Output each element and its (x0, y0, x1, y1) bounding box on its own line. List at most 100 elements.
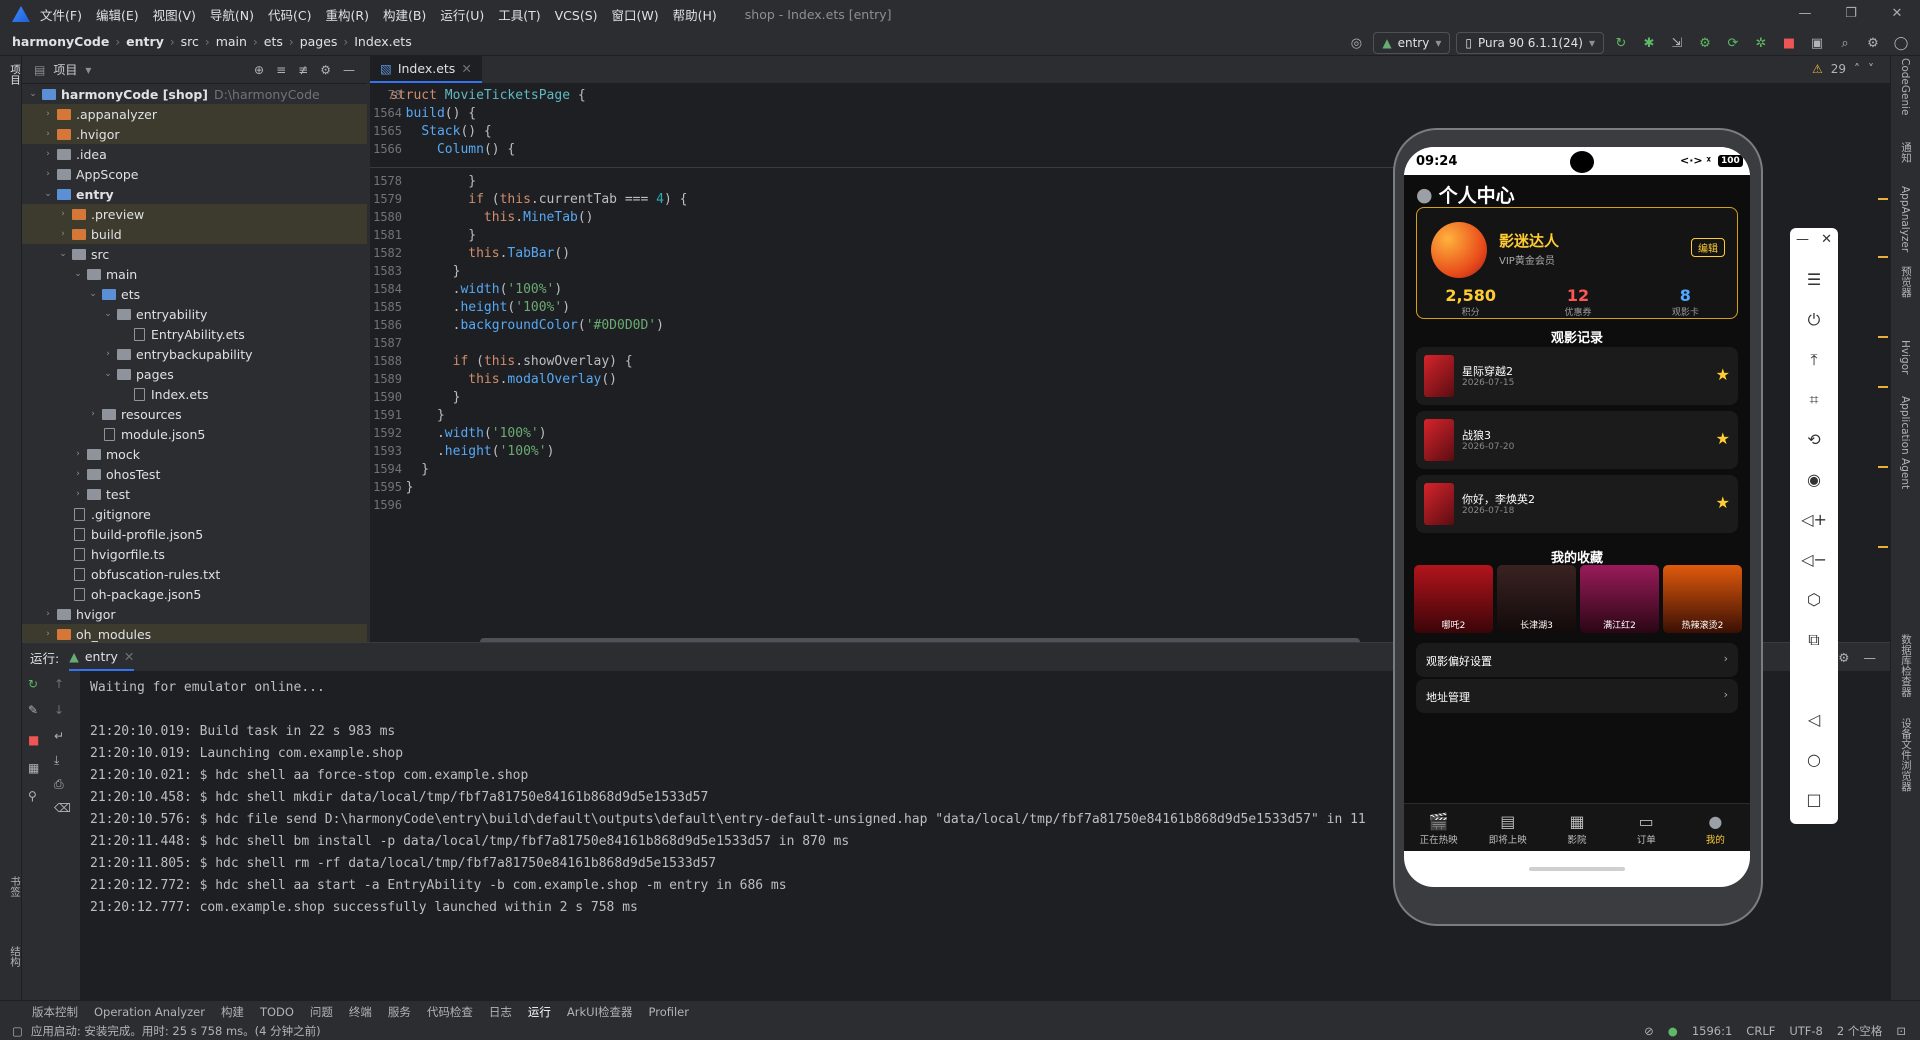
code-line[interactable]: .width('100%') (390, 282, 563, 297)
profile-icon[interactable]: ⚙ (1694, 32, 1716, 54)
chevron-right-icon[interactable]: › (56, 209, 70, 219)
hide-icon[interactable]: — (1864, 650, 1877, 665)
minimize-icon[interactable]: — (1782, 0, 1828, 28)
chevron-up-icon[interactable]: ˄ (1854, 62, 1860, 76)
chevron-right-icon[interactable]: › (71, 469, 85, 479)
chevron-down-icon[interactable]: ⌄ (26, 89, 40, 99)
locate-icon[interactable]: ⊕ (254, 63, 264, 77)
arrow-up-icon[interactable]: ↑ (54, 677, 64, 691)
chevron-right-icon[interactable]: › (101, 349, 115, 359)
tree-folder-item[interactable]: › resources (22, 404, 367, 424)
chevron-right-icon[interactable]: › (41, 629, 55, 639)
tool-window-button[interactable]: Operation Analyzer (94, 1005, 205, 1019)
code-line[interactable]: .width('100%') (390, 426, 547, 441)
rerun-icon[interactable]: ↻ (1610, 32, 1632, 54)
attach-debugger-icon[interactable]: ⇲ (1666, 32, 1688, 54)
breadcrumb-item[interactable]: ets (264, 34, 283, 49)
chevron-down-icon[interactable]: ˅ (1868, 62, 1874, 76)
tree-folder-item[interactable]: ⌄ harmonyCode [shop] D:\harmonyCode (22, 84, 367, 104)
menu-item-11[interactable]: 帮助(H) (673, 8, 717, 23)
print-icon[interactable]: ⎙ (54, 777, 64, 792)
code-line[interactable]: .backgroundColor('#0D0D0D') (390, 318, 664, 333)
maximize-icon[interactable]: ❐ (1828, 0, 1874, 28)
chevron-right-icon[interactable]: › (41, 609, 55, 619)
settings-row[interactable]: 观影偏好设置 › (1416, 643, 1738, 677)
home-icon[interactable]: ○ (1790, 750, 1838, 769)
code-line[interactable]: } (390, 390, 461, 405)
code-line[interactable]: .height('100%') (390, 444, 554, 459)
screenshot-icon[interactable]: ◉ (1790, 470, 1838, 489)
breadcrumb-item[interactable]: src (181, 34, 199, 49)
upload-icon[interactable]: ⤒ (1790, 350, 1838, 370)
chevron-down-icon[interactable]: ⌄ (101, 369, 115, 379)
tool-window-button[interactable]: 终端 (349, 1004, 372, 1020)
chevron-right-icon[interactable]: › (41, 149, 55, 159)
code-line[interactable]: this.TabBar() (390, 246, 570, 261)
multi-screen-icon[interactable]: ⧉ (1790, 630, 1838, 650)
breadcrumb-item[interactable]: pages (300, 34, 338, 49)
indent-setting[interactable]: 2 个空格 (1837, 1023, 1882, 1039)
tree-folder-item[interactable]: ⌄ entry (22, 184, 367, 204)
chevron-down-icon[interactable]: ⌄ (71, 269, 85, 279)
right-tool-button[interactable]: 设备文件浏览器 (1899, 718, 1914, 792)
favorite-item[interactable]: 哪吒2 (1414, 565, 1493, 633)
chevron-down-icon[interactable]: ⌄ (56, 249, 70, 259)
arrow-down-icon[interactable]: ↓ (54, 703, 64, 717)
device-selector[interactable]: ▯ Pura 90 6.1.1(24) ▾ (1456, 32, 1604, 54)
layout-icon[interactable]: ▦ (28, 761, 39, 775)
chevron-right-icon[interactable]: › (71, 449, 85, 459)
project-header[interactable]: 项目 (53, 61, 77, 78)
close-icon[interactable]: ✕ (124, 649, 134, 664)
back-icon[interactable]: ◁ (1790, 710, 1838, 729)
tree-folder-item[interactable]: › hvigor (22, 604, 367, 624)
warning-icon[interactable]: ⚠ (1812, 62, 1823, 76)
tree-file-item[interactable]: module.json5 (22, 424, 367, 444)
stop-icon[interactable]: ■ (1778, 32, 1800, 54)
code-line[interactable]: } (390, 480, 414, 495)
tree-folder-item[interactable]: › oh_modules (22, 624, 367, 642)
volume-up-icon[interactable]: ◁+ (1790, 510, 1838, 529)
star-icon[interactable]: ★ (1716, 493, 1730, 512)
bookmarks-tool-button[interactable]: 书签 (8, 876, 23, 897)
editor-tab-index[interactable]: ▧ Index.ets ✕ (370, 55, 482, 83)
error-stripe[interactable] (1878, 86, 1888, 642)
file-encoding[interactable]: UTF-8 (1789, 1024, 1823, 1038)
device-manager-icon[interactable]: ▣ (1806, 32, 1828, 54)
right-tool-button[interactable]: Application Agent (1899, 396, 1911, 489)
tree-folder-item[interactable]: › ohosTest (22, 464, 367, 484)
favorite-item[interactable]: 满江红2 (1580, 565, 1659, 633)
phone-tab-4[interactable]: ● 我的 (1681, 804, 1750, 851)
tool-window-button[interactable]: Profiler (649, 1005, 690, 1019)
tree-folder-item[interactable]: › mock (22, 444, 367, 464)
breadcrumb-item[interactable]: entry (126, 34, 164, 49)
rerun-icon[interactable]: ↻ (28, 677, 38, 691)
code-line[interactable]: } (390, 408, 445, 423)
tree-file-item[interactable]: hvigorfile.ts (22, 544, 367, 564)
minimize-icon[interactable]: — (1796, 232, 1809, 247)
tree-folder-item[interactable]: › .appanalyzer (22, 104, 367, 124)
chevron-right-icon[interactable]: › (41, 129, 55, 139)
target-icon[interactable]: ◎ (1345, 32, 1367, 54)
chevron-right-icon[interactable]: › (86, 409, 100, 419)
tree-file-item[interactable]: oh-package.json5 (22, 584, 367, 604)
menu-item-1[interactable]: 编辑(E) (96, 8, 139, 23)
run-tab-entry[interactable]: ▲ entry ✕ (69, 643, 135, 671)
phone-tab-2[interactable]: ▦ 影院 (1542, 804, 1611, 851)
right-tool-button[interactable]: AppAnalyzer (1899, 186, 1911, 252)
power-save-icon[interactable]: ⊘ (1644, 1024, 1654, 1038)
tree-folder-item[interactable]: ⌄ main (22, 264, 367, 284)
code-line[interactable]: this.MineTab() (390, 210, 594, 225)
tool-window-button[interactable]: TODO (260, 1005, 294, 1019)
module-selector[interactable]: ▲ entry ▾ (1373, 32, 1451, 54)
tree-folder-item[interactable]: ⌄ src (22, 244, 367, 264)
pin-icon[interactable]: ⚲ (28, 789, 37, 803)
code-line[interactable]: } (390, 462, 429, 477)
menu-icon[interactable]: ☰ (1790, 270, 1838, 289)
account-icon[interactable]: ◯ (1890, 32, 1912, 54)
code-line[interactable]: if (this.currentTab === 4) { (390, 192, 687, 207)
menu-item-7[interactable]: 运行(U) (440, 8, 484, 23)
code-line[interactable]: } (390, 264, 461, 279)
wrench-icon[interactable]: ✎ (28, 703, 38, 717)
tool-window-button[interactable]: 代码检查 (427, 1004, 473, 1020)
settings-gear-icon[interactable]: ⚙ (1862, 32, 1884, 54)
